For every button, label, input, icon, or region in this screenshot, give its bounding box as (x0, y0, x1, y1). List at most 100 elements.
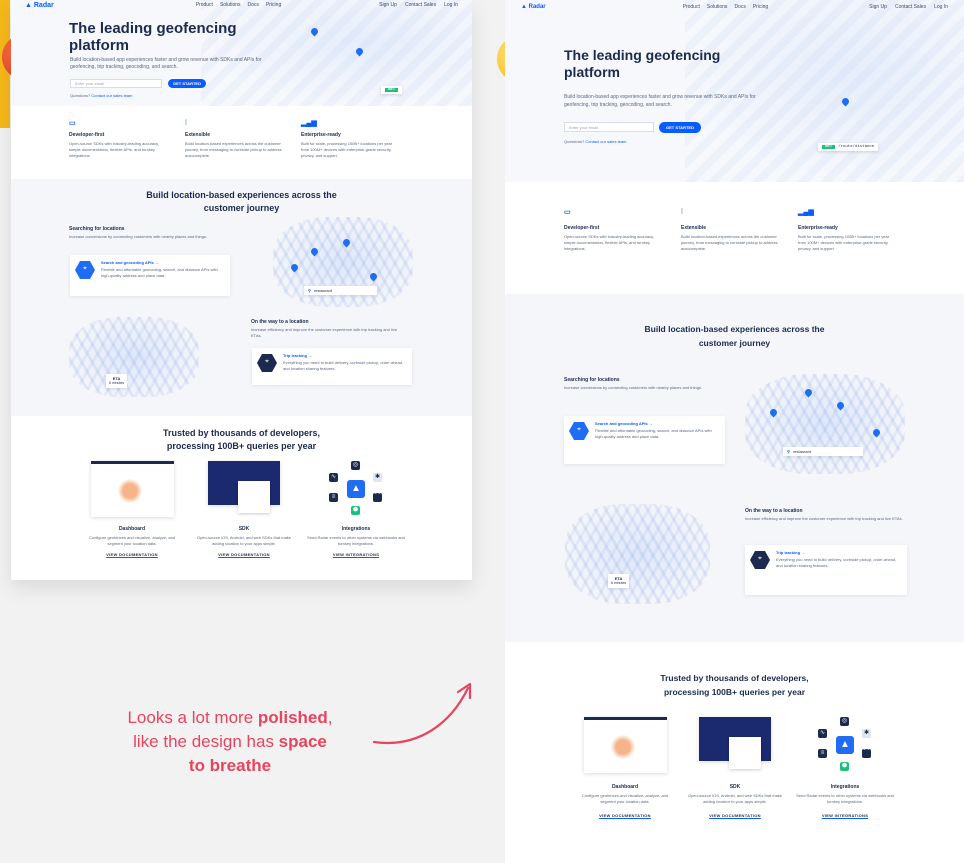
bar-chart-icon: ▂▄▆ (301, 120, 317, 127)
card-title: Trip tracking → (283, 353, 313, 358)
radar-hub-icon: ▲ (836, 736, 854, 754)
eta-value: 6 minutes (109, 381, 125, 385)
column-desc: Configure geofences and visualize, analy… (581, 793, 669, 804)
nav-link-product[interactable]: Product (683, 4, 700, 10)
search-icon: ⚲ (308, 288, 311, 293)
feature-developer-first: ▭ Developer-first Open-source SDKs with … (564, 209, 661, 294)
card-title: Search and geocoding APIs → (101, 260, 159, 265)
trusted-title: Trusted by thousands of developers, proc… (660, 673, 809, 697)
search-block: Searching for locations Increase convers… (564, 377, 729, 391)
caption-bold-text: to breathe (188, 756, 272, 775)
column-title: Dashboard (611, 784, 639, 790)
feature-desc: Open-source SDKs with industry-leading a… (564, 234, 654, 251)
api-route-badge: GET/route/distance (818, 143, 879, 151)
on-the-way-block: On the way to a location Increase effici… (251, 319, 406, 339)
nav-contact-sales[interactable]: Contact Sales (895, 4, 926, 10)
column-title: SDK (238, 526, 250, 532)
questions-label: Questions? (70, 93, 91, 98)
nav-sign-up[interactable]: Sign Up (869, 4, 887, 10)
feature-desc: Build location-based experiences across … (681, 234, 778, 251)
nav-contact-sales[interactable]: Contact Sales (405, 2, 436, 8)
search-geocoding-card[interactable]: ⌖ Search and geocoding APIs → Flexible a… (70, 255, 230, 296)
sdk-column: SDK Open-source iOS, Android, and web SD… (685, 717, 785, 818)
contact-sales-link[interactable]: Contact our sales team (585, 139, 626, 144)
nav-link-pricing[interactable]: Pricing (266, 2, 281, 8)
nav-link-solutions[interactable]: Solutions (707, 4, 728, 10)
column-desc: Open-source iOS, Android, and web SDKs t… (687, 793, 783, 804)
logo-text: Radar (528, 4, 546, 10)
feature-desc: Built for scale, processing 100B+ locati… (798, 234, 890, 251)
nav-log-in[interactable]: Log In (444, 2, 458, 8)
questions-label: Questions? (564, 139, 585, 144)
nav-log-in[interactable]: Log In (934, 4, 948, 10)
integration-icon: ∿ (818, 729, 827, 738)
hero-section: ▲ Radar Product Solutions Docs Pricing S… (505, 0, 964, 182)
api-path: /route/distance (838, 145, 875, 149)
nav-link-product[interactable]: Product (196, 2, 213, 8)
questions-text: Questions? Contact our sales team (564, 139, 627, 144)
questions-text: Questions? Contact our sales team (70, 93, 133, 98)
view-documentation-link[interactable]: VIEW DOCUMENTATION (82, 552, 182, 557)
api-route-badge: GET (381, 86, 403, 94)
journey-title: Build location-based experiences across … (644, 324, 825, 348)
nav-link-solutions[interactable]: Solutions (220, 2, 241, 8)
trip-tracking-card[interactable]: ⌖ Trip tracking → Everything you need to… (745, 545, 907, 595)
nav-sign-up[interactable]: Sign Up (379, 2, 397, 8)
radar-logo[interactable]: ▲ Radar (521, 4, 546, 10)
restaurant-search-tag: ⚲ restaurant (304, 286, 377, 295)
nav-link-pricing[interactable]: Pricing (753, 4, 768, 10)
integration-icon: ◎ (351, 461, 360, 470)
trip-tracking-hexagon-icon: ⌖ (750, 551, 770, 569)
integration-icon: ≡ (818, 749, 827, 758)
dashboard-column: Dashboard Configure geofences and visual… (575, 717, 675, 818)
comparison-caption: Looks a lot more polished, like the desi… (80, 706, 380, 778)
radar-logo[interactable]: ▲ Radar (25, 2, 54, 9)
search-text: restaurant (313, 288, 332, 293)
dashboard-thumbnail (90, 461, 174, 517)
journey-section: Build location-based experiences across … (505, 294, 964, 642)
trip-tracking-card[interactable]: ⌖ Trip tracking → Everything you need to… (252, 348, 412, 385)
way-block-desc: Increase efficiency and improve the cust… (251, 327, 397, 338)
view-documentation-link[interactable]: VIEW DOCUMENTATION (194, 552, 294, 557)
eta-badge: ETA 6 minutes (608, 574, 630, 588)
sdk-code-thumbnail (699, 717, 771, 769)
get-started-button[interactable]: GET STARTED (659, 122, 701, 133)
dashboard-thumbnail (583, 717, 667, 773)
integration-icon: ✱ (862, 729, 871, 738)
integrations-column: ◎ ✱ ∿ ▲ ≡ ⌒ ⬢ Integrations Send Radar ev… (306, 461, 406, 557)
sdk-column: SDK Open-source iOS, Android, and web SD… (194, 461, 294, 557)
journey-title: Build location-based experiences across … (146, 190, 337, 213)
sdk-code-thumbnail (208, 461, 280, 513)
eta-badge: ETA 6 minutes (106, 374, 128, 388)
nav-link-docs[interactable]: Docs (248, 2, 259, 8)
get-started-button[interactable]: GET STARTED (168, 79, 206, 88)
nav-link-docs[interactable]: Docs (734, 4, 745, 10)
restaurant-search-tag: ⚲ restaurant (783, 447, 863, 456)
feature-enterprise-ready: ▂▄▆ Enterprise-ready Built for scale, pr… (301, 120, 401, 179)
view-documentation-link[interactable]: VIEW DOCUMENTATION (685, 813, 785, 818)
feature-extensible: ⫶ Extensible Build location-based experi… (185, 120, 285, 179)
feature-title: Developer-first (69, 132, 105, 138)
search-geocoding-card[interactable]: ⌖ Search and geocoding APIs → Flexible a… (564, 416, 725, 464)
integration-icon: ✱ (373, 473, 382, 482)
eta-value: 6 minutes (611, 581, 627, 585)
integration-icon: ⬢ (840, 762, 849, 771)
card-desc: Flexible and affordable geocoding, searc… (595, 428, 712, 439)
feature-title: Enterprise-ready (798, 225, 838, 231)
view-integrations-link[interactable]: VIEW INTEGRATIONS (795, 813, 895, 818)
contact-sales-link[interactable]: Contact our sales team (91, 93, 132, 98)
card-desc: Flexible and affordable geocoding, searc… (101, 267, 218, 278)
feature-desc: Built for scale, processing 100B+ locati… (301, 141, 393, 158)
view-documentation-link[interactable]: VIEW DOCUMENTATION (575, 813, 675, 818)
integrations-diagram: ◎ ✱ ∿ ▲ ≡ ⌒ ⬢ (815, 717, 875, 773)
way-block-desc: Increase efficiency and improve the cust… (745, 516, 903, 521)
terminal-icon: ▭ (69, 120, 76, 127)
email-input[interactable]: Enter your email (564, 122, 654, 132)
feature-title: Extensible (681, 225, 707, 231)
logo-text: Radar (33, 1, 54, 9)
view-integrations-link[interactable]: VIEW INTEGRATIONS (306, 552, 406, 557)
card-title: Trip tracking → (776, 550, 806, 555)
before-page-screenshot: ▲ Radar Product Solutions Docs Pricing S… (11, 0, 472, 580)
email-input[interactable]: Enter your email (70, 79, 162, 88)
integration-icon: ⬢ (351, 506, 360, 515)
